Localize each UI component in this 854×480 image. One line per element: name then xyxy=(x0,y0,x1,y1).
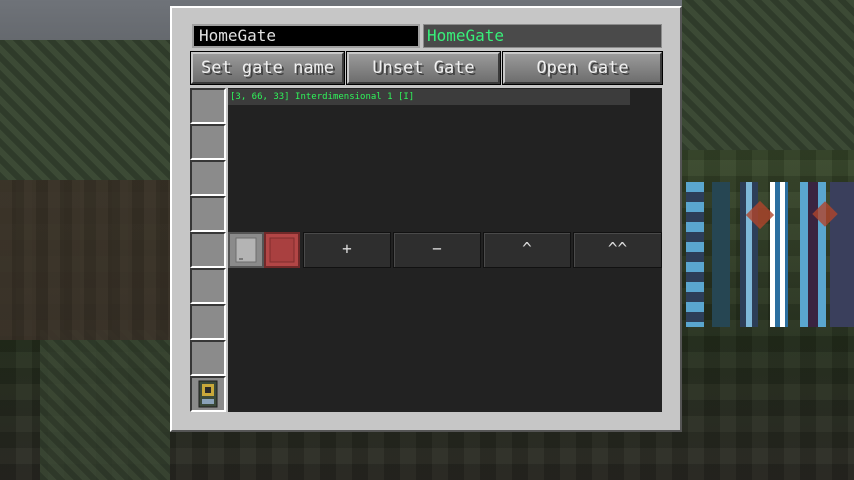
upgrade-slot[interactable] xyxy=(190,376,226,412)
inventory-slot[interactable] xyxy=(190,268,226,304)
banner-6 xyxy=(830,182,854,327)
grass-left xyxy=(40,330,170,480)
gate-item-slot[interactable] xyxy=(228,232,264,268)
open-gate-button[interactable]: Open Gate xyxy=(502,51,663,85)
inventory-slot[interactable] xyxy=(190,304,226,340)
gate-list-item[interactable]: [3, 66, 33] Interdimensional 1 [I] xyxy=(228,89,630,105)
gate-name-input[interactable]: HomeGate xyxy=(192,24,420,48)
gate-controller-icon xyxy=(198,380,218,408)
move-up-button[interactable]: ^ xyxy=(483,232,571,268)
decrease-priority-button[interactable]: − xyxy=(393,232,481,268)
set-gate-name-button[interactable]: Set gate name xyxy=(190,51,345,85)
move-to-top-button[interactable]: ^^ xyxy=(573,232,662,268)
banner-4 xyxy=(770,182,788,327)
inventory-slot[interactable] xyxy=(190,160,226,196)
inventory-slot[interactable] xyxy=(190,88,226,124)
dirt-patch xyxy=(0,180,170,340)
banner-2 xyxy=(712,182,730,327)
banner-1 xyxy=(686,182,704,327)
unset-gate-button[interactable]: Unset Gate xyxy=(346,51,501,85)
gate-name-display: HomeGate xyxy=(423,24,662,48)
inventory-slot[interactable] xyxy=(190,340,226,376)
tree-foliage-right xyxy=(682,0,854,150)
inventory-slot[interactable] xyxy=(190,196,226,232)
tree-foliage-left xyxy=(0,40,170,180)
inventory-slot[interactable] xyxy=(190,232,226,268)
increase-priority-button[interactable]: + xyxy=(303,232,391,268)
empty-card-icon xyxy=(235,237,257,263)
inventory-slot[interactable] xyxy=(190,124,226,160)
gate-item-slot-selected[interactable] xyxy=(264,232,300,268)
red-card-icon xyxy=(269,237,295,263)
